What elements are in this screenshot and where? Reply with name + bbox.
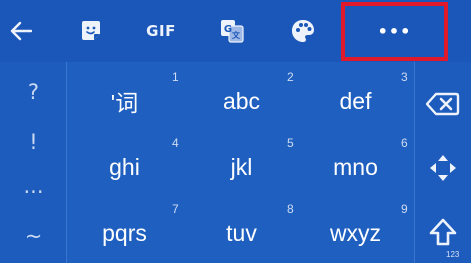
gif-icon[interactable]: GIF [138, 0, 184, 62]
key-label: abc [222, 87, 261, 114]
shift-icon[interactable] [414, 214, 471, 250]
key-number: 1 [172, 70, 179, 84]
key-label: tuv [226, 219, 257, 246]
svg-text:G: G [224, 24, 232, 35]
svg-text:文: 文 [232, 30, 241, 40]
key-number: 8 [287, 202, 294, 216]
key-number: 5 [287, 136, 294, 150]
key-1[interactable]: '词 [67, 68, 182, 134]
key-label: '词 [110, 90, 139, 116]
key-number: 9 [401, 202, 408, 216]
key-8[interactable]: tuv [184, 200, 299, 263]
key-number: 2 [287, 70, 294, 84]
key-4[interactable]: ghi [67, 134, 182, 200]
key-label: mno [333, 153, 378, 180]
key-label: pqrs [102, 219, 147, 246]
key-number: 7 [172, 202, 179, 216]
sticker-icon[interactable] [70, 0, 112, 62]
gif-label: GIF [146, 22, 176, 40]
palette-icon[interactable] [282, 0, 324, 62]
key-3[interactable]: def [298, 68, 413, 134]
more-icon[interactable]: ••• [341, 2, 448, 61]
key-7[interactable]: pqrs [67, 200, 182, 263]
punct-question[interactable]: ? [0, 80, 67, 104]
cursor-move-icon[interactable] [414, 150, 471, 186]
key-number: 3 [401, 70, 408, 84]
punctuation-column: ? ! ... ~ [0, 62, 67, 263]
key-label: jkl [230, 153, 253, 180]
punct-ellipsis[interactable]: ... [0, 174, 67, 198]
keyboard-toolbar: GIF G 文 ••• [0, 0, 471, 62]
key-label: ghi [109, 153, 140, 180]
keyboard-area: ? ! ... ~ '词 1 abc 2 def 3 ghi 4 jkl 5 m… [0, 62, 471, 263]
translate-icon[interactable]: G 文 [212, 0, 252, 62]
back-arrow-icon[interactable] [2, 0, 40, 62]
key-number: 6 [401, 136, 408, 150]
punct-tilde[interactable]: ~ [0, 224, 67, 248]
key-9[interactable]: wxyz [298, 200, 413, 263]
key-label: def [339, 87, 372, 114]
backspace-icon[interactable] [414, 86, 471, 122]
key-label: wxyz [329, 219, 382, 246]
key-number: 4 [172, 136, 179, 150]
punct-exclamation[interactable]: ! [0, 130, 67, 154]
key-5[interactable]: jkl [184, 134, 299, 200]
key-6[interactable]: mno [298, 134, 413, 200]
shift-number-label: 123 [446, 250, 460, 259]
key-2[interactable]: abc [184, 68, 299, 134]
